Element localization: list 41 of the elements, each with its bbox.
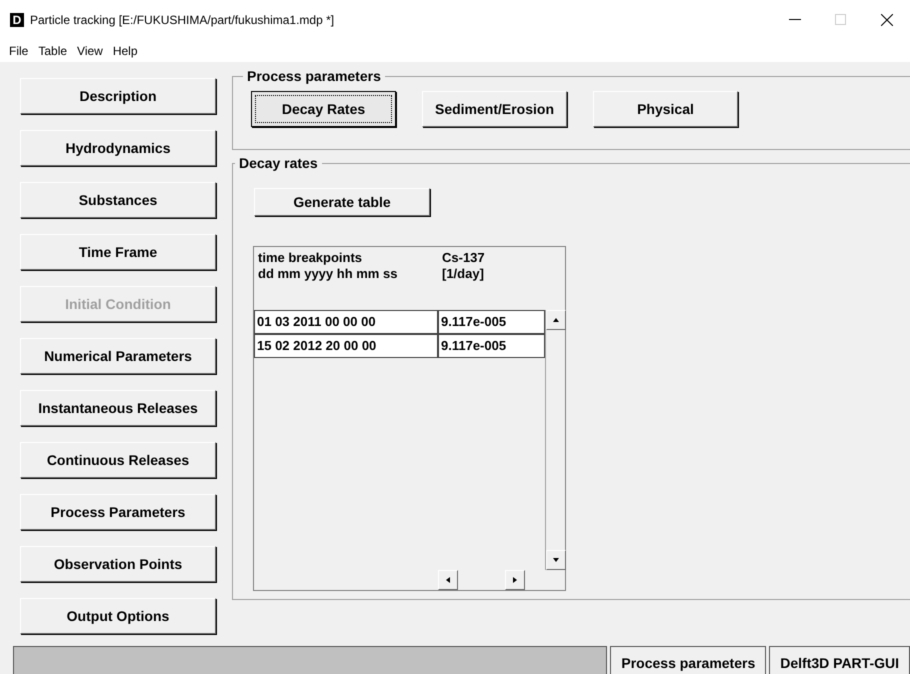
column-header: time breakpoints — [257, 250, 362, 266]
minimize-icon — [789, 19, 801, 21]
sidebar-button[interactable]: Observation Points — [20, 546, 216, 582]
maximize-icon — [835, 14, 847, 26]
column-header: dd mm yyyy hh mm ss — [257, 266, 398, 282]
scroll-up-icon — [552, 316, 560, 324]
group-title: Process parameters — [243, 68, 385, 84]
sidebar-button[interactable]: Continuous Releases — [20, 442, 216, 478]
sidebar-button[interactable]: Time Frame — [20, 234, 216, 270]
sidebar-button[interactable]: Description — [20, 78, 216, 114]
horizontal-scrollbar[interactable] — [438, 570, 525, 590]
menu-item[interactable]: File — [4, 44, 34, 58]
sidebar-button[interactable]: Instantaneous Releases — [20, 390, 216, 426]
table-cell[interactable]: 01 03 2011 00 00 00 — [254, 310, 438, 334]
window-title: Particle tracking [E:/FUKUSHIMA/part/fukushima1.mdp *] — [30, 13, 336, 27]
group-title: Decay rates — [235, 155, 322, 171]
column-header: [1/day] — [441, 266, 484, 282]
vertical-scrollbar[interactable] — [545, 310, 565, 570]
sidebar-button[interactable]: Numerical Parameters — [20, 338, 216, 374]
status-panel: Process parameters — [610, 646, 766, 674]
status-panel: Delft3D PART-GUI — [769, 646, 910, 674]
column-header: Cs-137 — [441, 250, 485, 266]
table-cell[interactable]: 9.117e-005 — [438, 334, 545, 358]
close-icon — [881, 14, 893, 26]
app-icon: D — [10, 13, 24, 27]
tab-button[interactable]: Sediment/Erosion — [422, 91, 567, 127]
generate-table-button[interactable]: Generate table — [254, 188, 430, 216]
table-cell[interactable]: 9.117e-005 — [438, 310, 545, 334]
sidebar-button[interactable]: Process Parameters — [20, 494, 216, 530]
menu-item[interactable]: Help — [108, 44, 143, 58]
menu-item[interactable]: View — [72, 44, 108, 58]
sidebar-button[interactable]: Output Options — [20, 598, 216, 634]
tab-button[interactable]: Decay Rates — [251, 91, 396, 127]
scroll-left-icon — [444, 576, 452, 584]
scroll-right-icon — [511, 576, 519, 584]
sidebar-button[interactable]: Substances — [20, 182, 216, 218]
scroll-down-icon — [552, 556, 560, 564]
sidebar-button[interactable]: Hydrodynamics — [20, 130, 216, 166]
table-cell[interactable]: 15 02 2012 20 00 00 — [254, 334, 438, 358]
menu-item[interactable]: Table — [33, 44, 72, 58]
tab-button[interactable]: Physical — [593, 91, 738, 127]
